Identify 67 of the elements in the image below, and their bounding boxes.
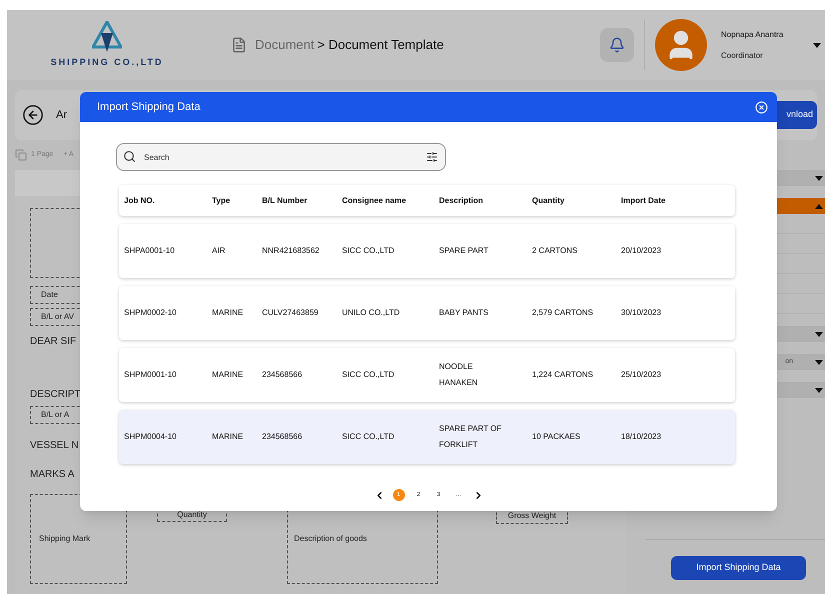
column-header: Quantity [532, 194, 566, 206]
section-heading: DEAR SIF [30, 335, 76, 349]
dialog-title: Import Shipping Data [97, 100, 200, 115]
column-header: Consignee name [342, 194, 408, 206]
table-cell-text: 234568566 [262, 369, 304, 381]
caret-down-icon [815, 176, 823, 180]
search-field[interactable]: Search [116, 143, 446, 171]
search-icon [123, 150, 136, 163]
column-header: Description [439, 194, 484, 206]
section-heading: DESCRIPT [30, 388, 81, 402]
table-cell-text: 20/10/2023 [621, 245, 662, 257]
table-cell-text: UNILO CO.,LTD [342, 307, 401, 319]
table-cell-text: 25/10/2023 [621, 369, 662, 381]
breadcrumb-current: > Document Template [317, 36, 444, 54]
section-heading: VESSEL N [30, 439, 79, 453]
document-title: Ar [56, 108, 67, 123]
table-cell-text: MARINE [212, 307, 244, 319]
column-header: Type [212, 194, 232, 206]
table-cell-text: SPARE PART [439, 245, 490, 257]
table-cell-text: NOODLE HANAKEN [439, 361, 479, 389]
logo-text: SHIPPING CO.,LTD [50, 56, 164, 69]
user-role: Coordinator [721, 50, 764, 62]
table-cell-text: 18/10/2023 [621, 431, 662, 443]
avatar [655, 19, 707, 71]
caret-down-icon [813, 42, 821, 48]
table-row[interactable]: SHPM0004-10 MARINE 234568566 SICC CO.,LTD SPARE PART OF FORKLIFT 10 PACKAES 18/10/2023 [119, 410, 735, 464]
section-heading: MARKS A [30, 468, 74, 482]
table-cell-text: CULV27463859 [262, 307, 320, 319]
caret-down-icon [815, 388, 823, 392]
table-cell-text: SHPM0002-10 [124, 307, 178, 319]
user-name: Nopnapa Anantra [721, 28, 784, 40]
table-cell-text: 2 CARTONS [532, 245, 578, 257]
table-row[interactable]: SHPA0001-10 AIR NNR421683562 SICC CO.,LTD SPARE PART 2 CARTONS 20/10/2023 [119, 224, 735, 278]
notification-button[interactable] [600, 28, 634, 62]
pages-icon [15, 149, 27, 161]
table-cell-text: 30/10/2023 [621, 307, 662, 319]
table-cell-text: SICC CO.,LTD [342, 431, 396, 443]
caret-up-icon [815, 204, 823, 208]
table-cell-text: BABY PANTS [439, 307, 490, 319]
import-shipping-data-button[interactable]: Import Shipping Data [671, 556, 806, 580]
table-cell-text: SICC CO.,LTD [342, 245, 396, 257]
close-icon[interactable] [755, 100, 768, 114]
table-row[interactable]: SHPM0002-10 MARINE CULV27463859 UNILO CO.,LTD BABY PANTS 2,579 CARTONS 30/10/2023 [119, 286, 735, 340]
back-icon[interactable] [22, 104, 44, 126]
table-cell-text: SPARE PART OF FORKLIFT [439, 423, 503, 451]
column-header: B/L Number [262, 194, 308, 206]
table-cell-text: 2,579 CARTONS [532, 307, 594, 319]
table-cell-text: 1,224 CARTONS [532, 369, 594, 381]
table-cell-text: SHPM0004-10 [124, 431, 178, 443]
caret-down-icon [815, 332, 823, 336]
table-cell-text: SICC CO.,LTD [342, 369, 396, 381]
filter-icon[interactable] [426, 151, 438, 163]
table-cell-text: MARINE [212, 431, 244, 443]
table-cell-text: NNR421683562 [262, 245, 320, 257]
table-cell-text: SHPA0001-10 [124, 245, 176, 257]
bell-icon [609, 37, 625, 53]
column-header: Import Date [621, 194, 666, 206]
table-cell-text: 10 PACKAES [532, 431, 582, 443]
table-cell-text: 234568566 [262, 431, 304, 443]
table-cell-text: SHPM0001-10 [124, 369, 178, 381]
column-header: Job NO. [124, 194, 156, 206]
table-cell-text: MARINE [212, 369, 244, 381]
document-icon [231, 37, 247, 53]
logo-icon [92, 20, 122, 53]
table-cell-text: AIR [212, 245, 226, 257]
table-row[interactable]: SHPM0001-10 MARINE 234568566 SICC CO.,LTD NOODLE HANAKEN 1,224 CARTONS 25/10/2023 [119, 348, 735, 402]
caret-down-icon [815, 360, 823, 364]
